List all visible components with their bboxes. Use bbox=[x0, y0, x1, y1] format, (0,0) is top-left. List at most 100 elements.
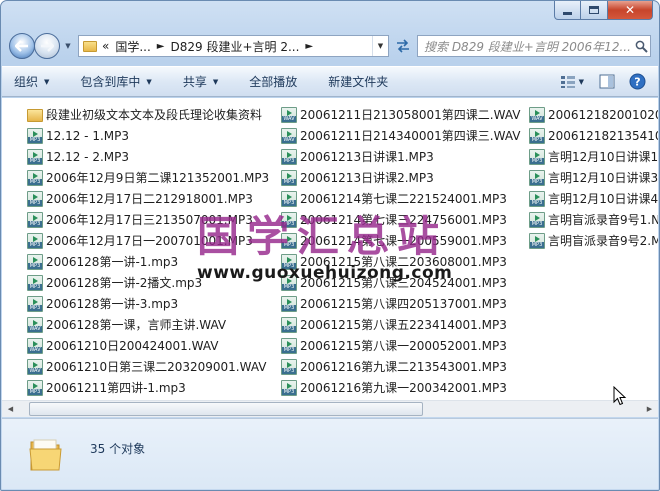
play-all-button[interactable]: 全部播放 bbox=[249, 73, 297, 90]
file-item[interactable]: MP3 20061214第七课二221524001.MP3 bbox=[281, 188, 520, 209]
mp3-file-icon: MP3 bbox=[529, 190, 545, 207]
file-item[interactable]: MP3 20061213日讲课2.MP3 bbox=[281, 167, 520, 188]
preview-pane-button[interactable] bbox=[594, 71, 620, 93]
file-item[interactable]: MP3 20061211第四讲-1.mp3 bbox=[27, 377, 269, 398]
file-item[interactable]: WAV 20061211日213058001第四课二.WAV bbox=[281, 104, 520, 125]
recent-pages-dropdown[interactable]: ▼ bbox=[62, 42, 74, 50]
file-name: 20061210日第三课二203209001.WAV bbox=[46, 360, 267, 374]
horizontal-scrollbar[interactable]: ◀ ▶ bbox=[2, 400, 658, 417]
file-name: 20061211日214340001第四课三.WAV bbox=[300, 129, 521, 143]
mp3-file-icon: MP3 bbox=[529, 127, 545, 144]
file-item[interactable]: MP3 20061215第八课五223414001.MP3 bbox=[281, 314, 520, 335]
file-item[interactable]: MP3 20061215第八课二203608001.MP3 bbox=[281, 251, 520, 272]
chevron-down-icon[interactable]: ▼ bbox=[579, 78, 584, 86]
search-input[interactable]: 搜索 D829 段建业+言明 2006年12... bbox=[417, 35, 651, 57]
mp3-file-icon: MP3 bbox=[27, 295, 43, 312]
share-label: 共享 bbox=[182, 75, 207, 89]
include-in-library-menu[interactable]: 包含到库中 ▼ bbox=[80, 73, 151, 90]
file-name: 2006年12月9日第二课121352001.MP3 bbox=[46, 171, 270, 185]
new-folder-button[interactable]: 新建文件夹 bbox=[328, 73, 388, 90]
mp3-file-icon: MP3 bbox=[529, 211, 545, 228]
file-name: 20061216第九课二213543001.MP3 bbox=[300, 360, 507, 374]
help-icon: ? bbox=[629, 73, 645, 90]
refresh-icon bbox=[397, 39, 409, 53]
file-name: 20061211日213058001第四课二.WAV bbox=[300, 108, 521, 122]
breadcrumb-separator[interactable]: ► bbox=[305, 41, 313, 52]
file-name: 20061216第九课一200342001.MP3 bbox=[300, 381, 507, 395]
file-item[interactable]: WAV 20061210日第三课二203209001.WAV bbox=[27, 356, 269, 377]
file-item[interactable]: MP3 12.12 - 2.MP3 bbox=[27, 146, 269, 167]
mp3-file-icon: MP3 bbox=[27, 148, 43, 165]
chevron-down-icon: ▼ bbox=[44, 77, 50, 86]
help-button[interactable]: ? bbox=[624, 71, 650, 93]
file-item[interactable]: WAV 20061210日200424001.WAV bbox=[27, 335, 269, 356]
forward-button[interactable] bbox=[34, 33, 60, 59]
file-item[interactable]: MP3 20061216第九课二213543001.MP3 bbox=[281, 356, 520, 377]
refresh-button[interactable] bbox=[391, 35, 415, 57]
file-item[interactable]: WAV 2006128第一课，言师主讲.WAV bbox=[27, 314, 269, 335]
file-item[interactable]: MP3 言明12月10日讲课1 bbox=[529, 146, 658, 167]
file-item[interactable]: WAV 20061211日214340001第四课三.WAV bbox=[281, 125, 520, 146]
maximize-button[interactable] bbox=[581, 1, 608, 20]
file-item[interactable]: MP3 20061214第七课三224756001.MP3 bbox=[281, 209, 520, 230]
mp3-file-icon: MP3 bbox=[27, 127, 43, 144]
file-item[interactable]: MP3 2006年12月17日二212918001.MP3 bbox=[27, 188, 269, 209]
organize-label: 组织 bbox=[14, 75, 39, 89]
organize-menu[interactable]: 组织 ▼ bbox=[14, 73, 49, 90]
file-item[interactable]: MP3 20061215第八课一200052001.MP3 bbox=[281, 335, 520, 356]
file-name: 200612182135410 bbox=[548, 128, 658, 143]
file-item[interactable]: MP3 200612182135410 bbox=[529, 125, 658, 146]
breadcrumb-overflow[interactable]: « bbox=[102, 39, 109, 53]
file-item[interactable]: MP3 2006128第一讲-2播文.mp3 bbox=[27, 272, 269, 293]
mp3-file-icon: MP3 bbox=[281, 316, 297, 333]
mp3-file-icon: MP3 bbox=[281, 232, 297, 249]
file-list[interactable]: 段建业初级文本文本及段氏理论收集资料 MP3 12.12 - 1.MP3 MP3 12.… bbox=[2, 98, 658, 400]
scroll-thumb[interactable] bbox=[29, 402, 423, 416]
address-bar[interactable]: « 国学... ► D829 段建业+言明 2... ► ▼ bbox=[78, 35, 389, 57]
back-button[interactable] bbox=[9, 33, 35, 59]
breadcrumb-item[interactable]: 国学... bbox=[115, 38, 150, 55]
file-name: 20061213日讲课2.MP3 bbox=[300, 171, 434, 185]
scroll-right-button[interactable]: ▶ bbox=[641, 401, 658, 417]
address-dropdown[interactable]: ▼ bbox=[372, 36, 388, 56]
breadcrumb-item[interactable]: D829 段建业+言明 2... bbox=[171, 38, 300, 55]
file-name: 12.12 - 2.MP3 bbox=[46, 149, 129, 164]
file-item[interactable]: MP3 20061215第八课四205137001.MP3 bbox=[281, 293, 520, 314]
file-name: 2006年12月17日三213507001.MP3 bbox=[46, 213, 253, 227]
file-name: 言明盲派录音9号1.N bbox=[548, 213, 658, 227]
file-item[interactable]: WAV 2006121820010200 bbox=[529, 104, 658, 125]
minimize-button[interactable] bbox=[554, 1, 581, 20]
file-item[interactable]: MP3 2006年12月9日第二课121352001.MP3 bbox=[27, 167, 269, 188]
close-button[interactable]: ✕ bbox=[608, 1, 653, 20]
mp3-file-icon: MP3 bbox=[529, 169, 545, 186]
file-item[interactable]: 段建业初级文本文本及段氏理论收集资料 bbox=[27, 104, 269, 125]
file-column: WAV 2006121820010200 MP3 200612182135410 MP3… bbox=[529, 104, 658, 251]
file-item[interactable]: MP3 言明12月10日讲课3 bbox=[529, 167, 658, 188]
mp3-file-icon: MP3 bbox=[27, 274, 43, 291]
search-placeholder: 搜索 D829 段建业+言明 2006年12... bbox=[424, 39, 631, 54]
search-icon[interactable] bbox=[632, 40, 650, 53]
file-item[interactable]: MP3 2006128第一讲-1.mp3 bbox=[27, 251, 269, 272]
file-item[interactable]: MP3 言明12月10日讲课4 bbox=[529, 188, 658, 209]
share-menu[interactable]: 共享 ▼ bbox=[183, 73, 218, 90]
file-item[interactable]: MP3 20061213日讲课1.MP3 bbox=[281, 146, 520, 167]
file-item[interactable]: MP3 20061214第七课一200559001.MP3 bbox=[281, 230, 520, 251]
mp3-file-icon: MP3 bbox=[281, 358, 297, 375]
command-bar: 组织 ▼ 包含到库中 ▼ 共享 ▼ 全部播放 新建文件夹 ▼ ? bbox=[2, 66, 658, 97]
file-item[interactable]: MP3 言明盲派录音9号1.N bbox=[529, 209, 658, 230]
change-view-button[interactable] bbox=[555, 71, 581, 93]
file-name: 20061215第八课二203608001.MP3 bbox=[300, 255, 507, 269]
file-item[interactable]: MP3 20061216第九课一200342001.MP3 bbox=[281, 377, 520, 398]
file-item[interactable]: MP3 2006128第一讲-3.mp3 bbox=[27, 293, 269, 314]
file-item[interactable]: MP3 言明盲派录音9号2.M bbox=[529, 230, 658, 251]
wav-file-icon: WAV bbox=[281, 106, 297, 123]
file-item[interactable]: MP3 20061215第八课三204524001.MP3 bbox=[281, 272, 520, 293]
file-name: 言明盲派录音9号2.M bbox=[548, 234, 658, 248]
file-item[interactable]: MP3 12.12 - 1.MP3 bbox=[27, 125, 269, 146]
scroll-left-button[interactable]: ◀ bbox=[2, 401, 19, 417]
file-column: 段建业初级文本文本及段氏理论收集资料 MP3 12.12 - 1.MP3 MP3 12.… bbox=[27, 104, 269, 398]
file-item[interactable]: MP3 2006年12月17日一200701001.MP3 bbox=[27, 230, 269, 251]
scroll-track[interactable] bbox=[19, 401, 641, 417]
file-item[interactable]: MP3 2006年12月17日三213507001.MP3 bbox=[27, 209, 269, 230]
breadcrumb-separator[interactable]: ► bbox=[157, 41, 165, 52]
